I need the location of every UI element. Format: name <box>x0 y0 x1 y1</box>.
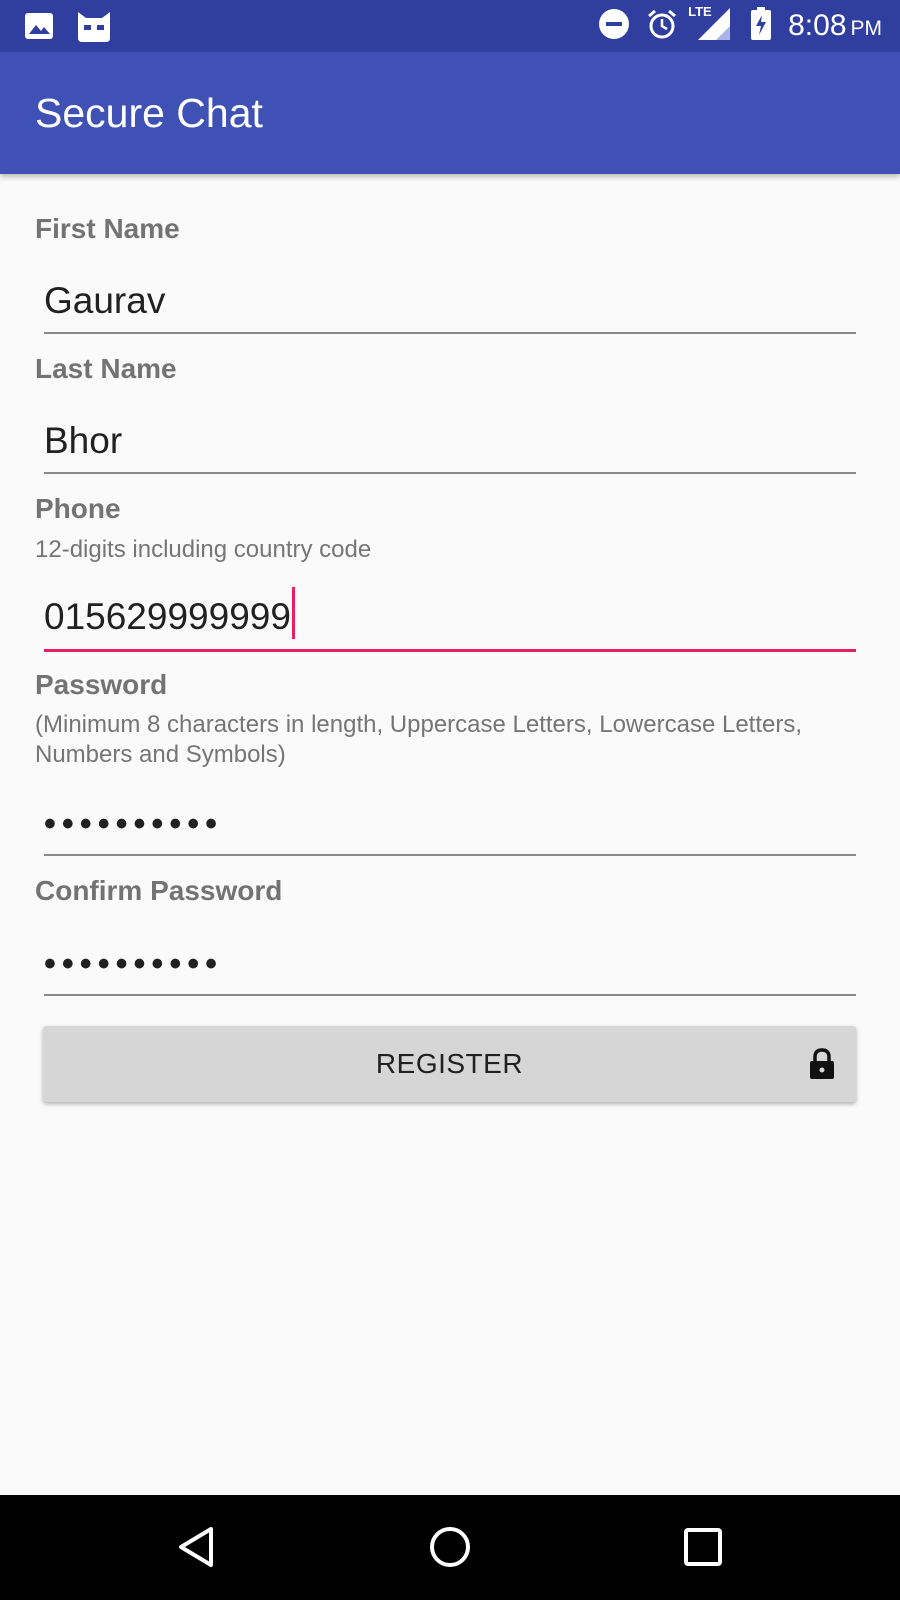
home-icon[interactable] <box>424 1521 476 1573</box>
password-label: Password <box>35 669 168 700</box>
first-name-field[interactable]: Gaurav <box>44 268 856 334</box>
phone-hint: 12-digits including country code <box>35 536 372 563</box>
status-time: 8:08 PM <box>788 9 882 42</box>
phone-field[interactable]: 015629999999 <box>44 585 856 652</box>
app-bar: Secure Chat <box>0 52 900 174</box>
app-title: Secure Chat <box>35 90 263 136</box>
do-not-disturb-icon <box>598 8 630 45</box>
navigation-bar <box>0 1495 900 1600</box>
password-hint: (Minimum 8 characters in length, Upperca… <box>35 711 803 768</box>
battery-charging-icon <box>750 6 772 46</box>
password-value: •••••••••• <box>44 805 224 843</box>
status-bar: LTE 8:08 PM <box>0 0 900 52</box>
last-name-value: Bhor <box>44 420 123 461</box>
last-name-field[interactable]: Bhor <box>44 408 856 474</box>
confirm-password-label: Confirm Password <box>35 875 283 906</box>
first-name-label: First Name <box>35 213 180 244</box>
lte-signal-icon: LTE <box>688 4 734 47</box>
register-label: REGISTER <box>375 1048 524 1079</box>
phone-value-wrap: 015629999999 <box>44 587 295 639</box>
first-name-value: Gaurav <box>44 280 166 321</box>
back-icon[interactable] <box>171 1521 223 1573</box>
confirm-password-field[interactable]: •••••••••• <box>44 930 856 996</box>
phone-value: 015629999999 <box>44 596 291 637</box>
confirm-password-value: •••••••••• <box>44 945 224 983</box>
recents-icon[interactable] <box>677 1521 729 1573</box>
text-cursor <box>291 587 295 639</box>
image-icon <box>24 11 54 46</box>
register-button[interactable]: REGISTER <box>43 1026 856 1102</box>
lock-icon <box>808 1048 836 1085</box>
phone-label: Phone <box>35 493 121 524</box>
password-field[interactable]: •••••••••• <box>44 790 856 856</box>
last-name-label: Last Name <box>35 353 177 384</box>
lte-label: LTE <box>688 3 712 19</box>
cyanogen-bot-icon <box>74 8 114 49</box>
alarm-icon <box>646 8 678 45</box>
